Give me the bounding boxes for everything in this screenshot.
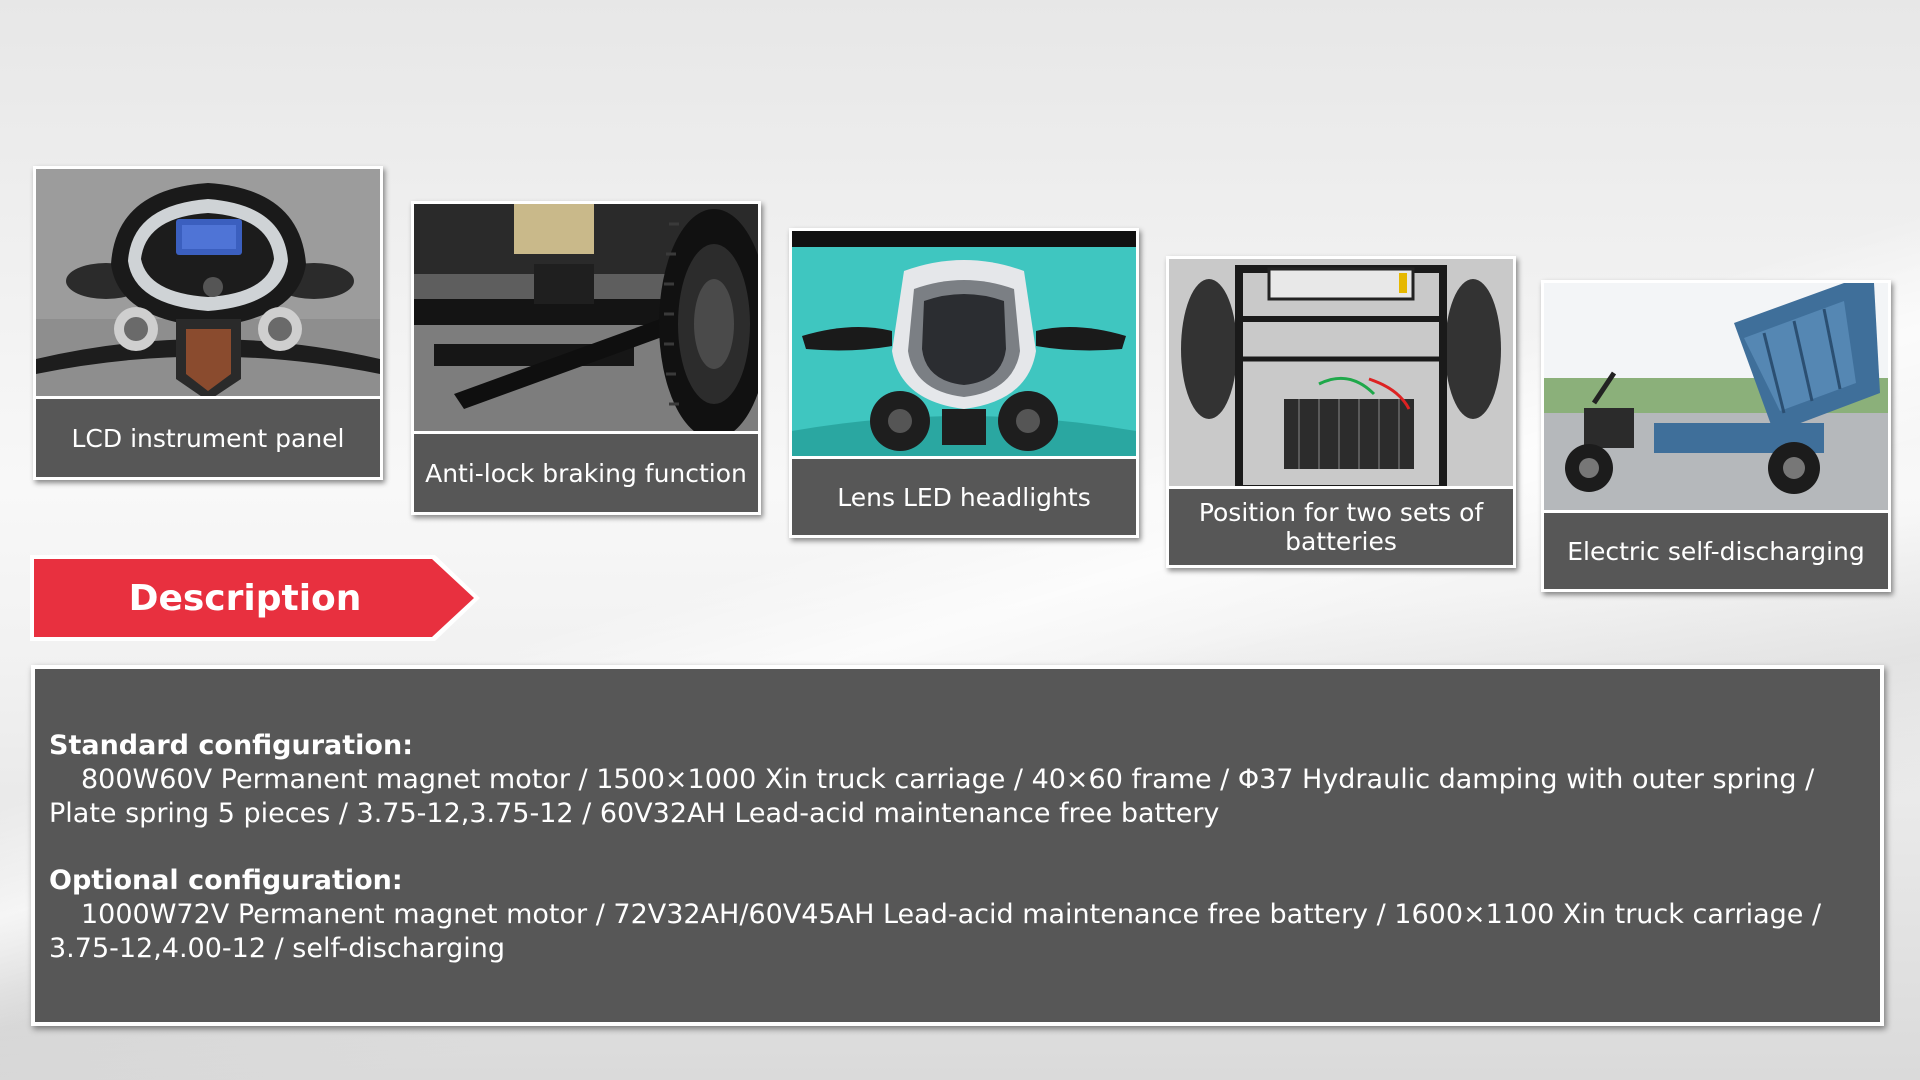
feature-card-self-discharging: Electric self-discharging [1541, 280, 1891, 592]
feature-card-anti-lock-braking: Anti-lock braking function [411, 201, 761, 515]
anti-lock-braking-caption: Anti-lock braking function [414, 431, 758, 512]
standard-config-text: 800W60V Permanent magnet motor / 1500×10… [49, 764, 1815, 829]
self-discharging-photo [1544, 283, 1888, 513]
feature-card-led-headlights: Lens LED headlights [789, 228, 1139, 538]
anti-lock-braking-photo [414, 204, 758, 434]
optional-config-heading: Optional configuration: [49, 865, 403, 896]
description-title: Description [128, 577, 362, 619]
feature-card-battery-position: Position for two sets of batteries [1166, 256, 1516, 568]
battery-position-photo [1169, 259, 1513, 489]
optional-config-text: 1000W72V Permanent magnet motor / 72V32A… [49, 899, 1822, 964]
standard-config-heading: Standard configuration: [49, 730, 413, 761]
led-headlights-caption: Lens LED headlights [792, 456, 1136, 535]
configuration-panel: Standard configuration: 800W60V Permanen… [31, 665, 1884, 1026]
feature-card-lcd-panel: LCD instrument panel [33, 166, 383, 480]
lcd-panel-photo [36, 169, 380, 399]
self-discharging-caption: Electric self-discharging [1544, 510, 1888, 589]
battery-position-caption: Position for two sets of batteries [1169, 486, 1513, 565]
led-headlights-photo [792, 231, 1136, 459]
lcd-panel-caption: LCD instrument panel [36, 396, 380, 477]
